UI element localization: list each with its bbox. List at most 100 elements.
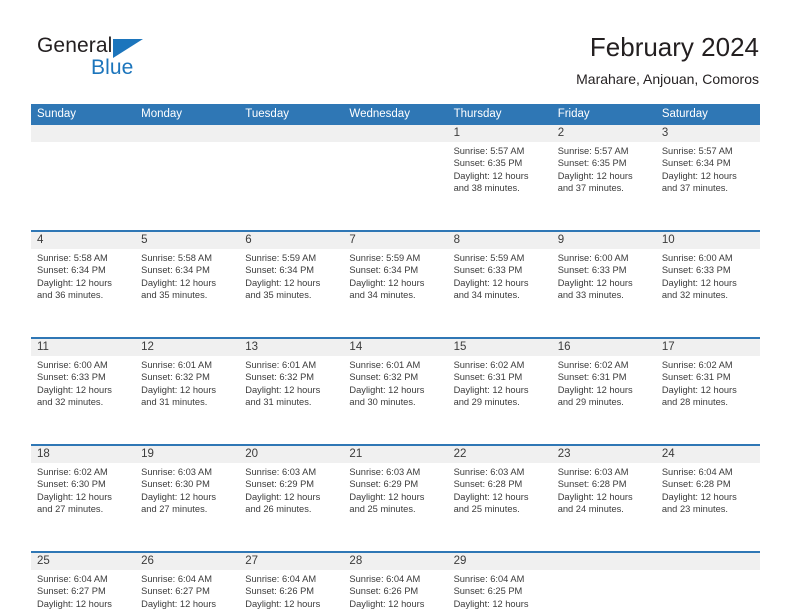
day-number-26[interactable]: 26 — [135, 553, 239, 570]
day-info-line: Sunset: 6:33 PM — [37, 372, 106, 383]
day-sun-info: Sunrise: 6:01 AM Sunset: 6:32 PM Daylight:… — [239, 356, 343, 409]
day-cell-5[interactable]: Sunrise: 5:58 AM Sunset: 6:34 PM Daylight:… — [135, 249, 240, 337]
day-number-13[interactable]: 13 — [239, 339, 343, 356]
day-info-line: Sunrise: 6:03 AM — [245, 467, 317, 477]
day-info-line: Sunset: 6:32 PM — [141, 372, 210, 383]
weekday-header-sunday: Sunday — [37, 108, 77, 120]
day-number-empty — [552, 553, 656, 570]
day-number-2[interactable]: 2 — [552, 125, 656, 142]
day-cell-6[interactable]: Sunrise: 5:59 AM Sunset: 6:34 PM Daylight:… — [239, 249, 344, 337]
day-info-line: and 24 minutes. — [557, 504, 624, 515]
general-blue-logo[interactable]: General Blue — [31, 34, 231, 86]
day-cell-2[interactable]: Sunrise: 5:57 AM Sunset: 6:35 PM Daylight:… — [551, 142, 656, 230]
day-sun-info: Sunrise: 6:03 AM Sunset: 6:28 PM Daylight:… — [448, 463, 552, 516]
day-number-20[interactable]: 20 — [239, 446, 343, 463]
day-number-22[interactable]: 22 — [448, 446, 552, 463]
day-info-line: and 37 minutes. — [557, 183, 624, 194]
day-number-25[interactable]: 25 — [31, 553, 135, 570]
day-number-3[interactable]: 3 — [656, 125, 760, 142]
day-info-line: and 29 minutes. — [557, 397, 624, 408]
day-cell-3[interactable]: Sunrise: 5:57 AM Sunset: 6:34 PM Daylight:… — [655, 142, 760, 230]
day-cell-27[interactable]: Sunrise: 6:04 AM Sunset: 6:26 PM Daylight:… — [239, 570, 344, 612]
day-cell-22[interactable]: Sunrise: 6:03 AM Sunset: 6:28 PM Daylight:… — [447, 463, 552, 551]
day-cell-28[interactable]: Sunrise: 6:04 AM Sunset: 6:26 PM Daylight:… — [343, 570, 448, 612]
day-number-6[interactable]: 6 — [239, 232, 343, 249]
day-number-12[interactable]: 12 — [135, 339, 239, 356]
day-number-7[interactable]: 7 — [343, 232, 447, 249]
day-info-line: Sunset: 6:25 PM — [453, 586, 523, 597]
day-cell-14[interactable]: Sunrise: 6:01 AM Sunset: 6:32 PM Daylight:… — [343, 356, 448, 444]
day-info-line: Sunset: 6:26 PM — [349, 586, 419, 597]
day-cell-19[interactable]: Sunrise: 6:03 AM Sunset: 6:30 PM Daylight:… — [135, 463, 240, 551]
day-cell-7[interactable]: Sunrise: 5:59 AM Sunset: 6:34 PM Daylight:… — [343, 249, 448, 337]
day-number-29[interactable]: 29 — [448, 553, 552, 570]
day-cell-16[interactable]: Sunrise: 6:02 AM Sunset: 6:31 PM Daylight:… — [551, 356, 656, 444]
day-info-line: Sunrise: 5:59 AM — [245, 253, 317, 263]
day-number-1[interactable]: 1 — [448, 125, 552, 142]
day-cell-29[interactable]: Sunrise: 6:04 AM Sunset: 6:25 PM Daylight:… — [447, 570, 552, 612]
day-cell-26[interactable]: Sunrise: 6:04 AM Sunset: 6:27 PM Daylight:… — [135, 570, 240, 612]
day-info-line: Daylight: 12 hours — [245, 277, 321, 288]
day-number-10[interactable]: 10 — [656, 232, 760, 249]
day-number-8[interactable]: 8 — [448, 232, 552, 249]
day-info-line: Daylight: 12 hours — [453, 491, 529, 502]
day-number-27[interactable]: 27 — [239, 553, 343, 570]
day-number-21[interactable]: 21 — [343, 446, 447, 463]
day-number-18[interactable]: 18 — [31, 446, 135, 463]
day-number-16[interactable]: 16 — [552, 339, 656, 356]
day-cell-24[interactable]: Sunrise: 6:04 AM Sunset: 6:28 PM Daylight:… — [655, 463, 760, 551]
day-cell-11[interactable]: Sunrise: 6:00 AM Sunset: 6:33 PM Daylight:… — [31, 356, 136, 444]
weekday-header-thursday: Thursday — [453, 108, 502, 120]
day-number-24[interactable]: 24 — [656, 446, 760, 463]
day-info-line: and 31 minutes. — [245, 397, 312, 408]
day-info-line: Daylight: 12 hours — [453, 277, 529, 288]
day-sun-info: Sunrise: 6:04 AM Sunset: 6:27 PM Daylight:… — [31, 570, 135, 612]
day-cell-13[interactable]: Sunrise: 6:01 AM Sunset: 6:32 PM Daylight:… — [239, 356, 344, 444]
day-cell-empty — [655, 570, 760, 612]
day-cell-20[interactable]: Sunrise: 6:03 AM Sunset: 6:29 PM Daylight:… — [239, 463, 344, 551]
day-cell-8[interactable]: Sunrise: 5:59 AM Sunset: 6:33 PM Daylight:… — [447, 249, 552, 337]
day-cell-25[interactable]: Sunrise: 6:04 AM Sunset: 6:27 PM Daylight:… — [31, 570, 136, 612]
day-sun-info: Sunrise: 5:57 AM Sunset: 6:35 PM Daylight:… — [448, 142, 552, 195]
day-number-19[interactable]: 19 — [135, 446, 239, 463]
day-number-14[interactable]: 14 — [343, 339, 447, 356]
day-cell-23[interactable]: Sunrise: 6:03 AM Sunset: 6:28 PM Daylight:… — [551, 463, 656, 551]
day-info-line: Daylight: 12 hours — [661, 277, 737, 288]
day-number-11[interactable]: 11 — [31, 339, 135, 356]
day-cell-21[interactable]: Sunrise: 6:03 AM Sunset: 6:29 PM Daylight:… — [343, 463, 448, 551]
day-info-line: Daylight: 12 hours — [349, 491, 425, 502]
day-number-band: 123 — [31, 125, 760, 142]
day-cell-4[interactable]: Sunrise: 5:58 AM Sunset: 6:34 PM Daylight:… — [31, 249, 136, 337]
day-info-line: Daylight: 12 hours — [557, 384, 633, 395]
day-number-15[interactable]: 15 — [448, 339, 552, 356]
day-number-9[interactable]: 9 — [552, 232, 656, 249]
day-info-line: Sunrise: 6:00 AM — [37, 360, 108, 370]
day-info-line: Daylight: 12 hours — [141, 598, 217, 609]
day-info-line: Sunrise: 6:00 AM — [557, 253, 629, 263]
day-cell-18[interactable]: Sunrise: 6:02 AM Sunset: 6:30 PM Daylight:… — [31, 463, 136, 551]
calendar-week-row: 25 26 27 28 29 Sunrise: 6:04 AM Sunset: 6:27 P… — [31, 551, 760, 612]
day-number-5[interactable]: 5 — [135, 232, 239, 249]
day-info-line: Daylight: 12 hours — [453, 384, 529, 395]
day-info-line: Sunset: 6:32 PM — [349, 372, 419, 383]
day-number-23[interactable]: 23 — [552, 446, 656, 463]
day-number-4[interactable]: 4 — [31, 232, 135, 249]
day-cell-15[interactable]: Sunrise: 6:02 AM Sunset: 6:31 PM Daylight:… — [447, 356, 552, 444]
day-number-28[interactable]: 28 — [343, 553, 447, 570]
day-cell-1[interactable]: Sunrise: 5:57 AM Sunset: 6:35 PM Daylight:… — [447, 142, 552, 230]
day-info-line: Sunset: 6:28 PM — [661, 479, 731, 490]
day-cell-12[interactable]: Sunrise: 6:01 AM Sunset: 6:32 PM Daylight:… — [135, 356, 240, 444]
day-cell-9[interactable]: Sunrise: 6:00 AM Sunset: 6:33 PM Daylight:… — [551, 249, 656, 337]
day-info-line: Sunset: 6:34 PM — [141, 265, 210, 276]
day-number-17[interactable]: 17 — [656, 339, 760, 356]
day-info-line: Daylight: 12 hours — [141, 491, 217, 502]
day-info-line: Daylight: 12 hours — [245, 491, 321, 502]
day-info-line: and 28 minutes. — [661, 397, 728, 408]
day-info-line: Sunset: 6:31 PM — [557, 372, 627, 383]
day-cell-10[interactable]: Sunrise: 6:00 AM Sunset: 6:33 PM Daylight:… — [655, 249, 760, 337]
day-info-line: Sunrise: 6:02 AM — [453, 360, 525, 370]
day-info-line: Sunset: 6:29 PM — [349, 479, 419, 490]
day-info-line: and 31 minutes. — [141, 397, 208, 408]
day-sun-info: Sunrise: 6:04 AM Sunset: 6:27 PM Daylight:… — [135, 570, 239, 612]
day-cell-17[interactable]: Sunrise: 6:02 AM Sunset: 6:31 PM Daylight:… — [655, 356, 760, 444]
